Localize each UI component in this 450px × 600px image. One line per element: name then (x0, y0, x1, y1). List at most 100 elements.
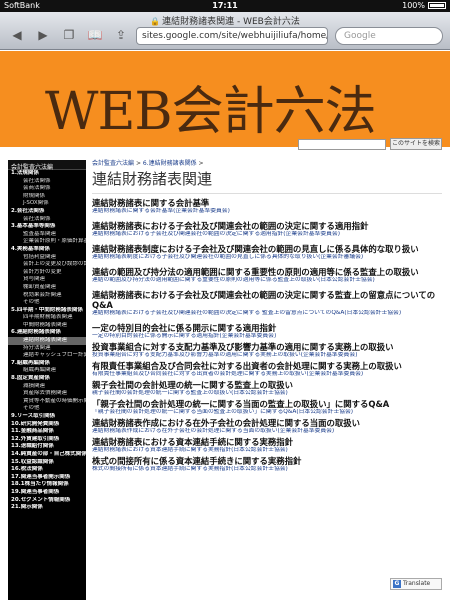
sidebar-item[interactable]: 包括利益関連 (8, 254, 86, 262)
entry-link[interactable]: 投資事業組合に対する支配力基準及び影響力基準の適用に関する実務上の取扱い(企業会… (92, 352, 442, 359)
browser-page-title: 🔒 連結財務諸表関連 - WEB会計六法 (0, 14, 450, 27)
sidebar-item[interactable]: 監査基準関連 (8, 231, 86, 239)
entry-link[interactable]: 連結財務諸表における資本連結手続に関する実務指針(日本公認会計士協会) (92, 447, 442, 454)
entry-link[interactable]: 連結財務諸表における子会社及び関連会社の範囲の決定に関する適用指針(企業会計基準… (92, 231, 442, 238)
breadcrumb-separator: > (135, 160, 141, 167)
battery-percent: 100% (402, 1, 425, 10)
search-bar[interactable]: Google (335, 27, 443, 45)
sidebar-section[interactable]: 6.連結財務諸表関係 (8, 329, 86, 337)
address-bar[interactable]: sites.google.com/site/webhuijiliufa/home… (136, 27, 328, 45)
sidebar-item[interactable]: 棚卸資産関連 (8, 284, 86, 292)
sidebar-item[interactable]: J-SOX関係 (8, 200, 86, 208)
sidebar-item[interactable]: 貸与関連 (8, 276, 86, 284)
sidebar-section[interactable]: 8.固定資産関係 (8, 375, 86, 383)
page-title: 連結財務諸表関連 (92, 168, 442, 194)
sidebar-section[interactable]: 13.退職給付関係 (8, 443, 86, 451)
sidebar-item[interactable]: 企業会計原則・原価計算基準 (8, 238, 86, 246)
google-translate-icon: G (393, 580, 401, 588)
sidebar-item[interactable]: 会社法関係 (8, 178, 86, 186)
entry-heading: 連結財務諸表における子会社及び関連会社の範囲の決定に関する監査上の留意点について… (92, 290, 436, 310)
entry-link[interactable]: 株式の間接所有に係る資本連結手続に関する実務指針(日本公認会計士協会) (92, 466, 442, 473)
sidebar-section[interactable]: 4.実務基準関係 (8, 246, 86, 254)
sidebar-section[interactable]: 9.リース取引関係 (8, 413, 86, 421)
sidebar-list: 1.法規関係 会社法関係 会商法関係 財規関係 J-SOX関係 2.会社法関係 会社法関係 3… (8, 170, 86, 512)
sidebar-item[interactable]: 持分法関連 (8, 345, 86, 353)
sidebar-item[interactable]: 会社法関係 (8, 216, 86, 224)
site-banner: WEB会計六法 (0, 51, 450, 147)
sidebar-section[interactable]: 7.組織再編関係 (8, 360, 86, 368)
sidebar-item[interactable]: 組織再編関連 (8, 367, 86, 375)
ios-status-bar: SoftBank 17:11 100% (0, 0, 450, 12)
translate-button[interactable]: G Translate (390, 578, 442, 590)
lock-icon: 🔒 (150, 17, 161, 26)
back-icon[interactable]: ◀ (8, 27, 26, 43)
sidebar-item[interactable]: 税効果会計関連 (8, 292, 86, 300)
sidebar-section[interactable]: 10.研究開発費関係 (8, 421, 86, 429)
entry-heading: 一定の特別目的会社に係る開示に関する適用指針 (92, 323, 277, 333)
forward-icon[interactable]: ▶ (34, 27, 52, 43)
sidebar-section[interactable]: 20.セグメント情報関係 (8, 497, 86, 505)
entry-link[interactable]: 「親子会社間の会計処理の統一に関する当面の監査上の取扱い」に関するQ&A(日本公… (92, 409, 442, 416)
entry-heading: 有限責任事業組合及び合同会社に対する出資者の会計処理に関する実務上の取扱い (92, 361, 402, 371)
sidebar-item[interactable]: 会計上の変更及び誤謬の訂正関連 (8, 261, 86, 269)
site-search-input[interactable] (298, 139, 386, 150)
sidebar-section[interactable]: 3.基本基準等関係 (8, 223, 86, 231)
sidebar-section[interactable]: 15.収益認識関係 (8, 459, 86, 467)
sidebar-section[interactable]: 18.1株当たり情報関係 (8, 481, 86, 489)
entry-link[interactable]: 一定の特別目的会社に係る開示に関する適用指針(企業会計基準委員会) (92, 333, 442, 340)
sidebar-item[interactable]: 連結財務諸表関連 (8, 337, 86, 345)
sidebar-item[interactable]: 四半期財務諸表関連 (8, 314, 86, 322)
breadcrumb-item[interactable]: 会計監査六法編 (92, 160, 134, 167)
entry-link[interactable]: 有限責任事業組合及び合同会社に対する出資者の会計処理に関する実務上の取扱い(企業… (92, 371, 442, 378)
share-icon[interactable]: ⇪ (112, 27, 130, 43)
pages-icon[interactable]: ❐ (60, 27, 78, 43)
sidebar-section[interactable]: 17.関連当事者開示関係 (8, 474, 86, 482)
sidebar-section[interactable]: 16.税法関係 (8, 466, 86, 474)
sidebar-item[interactable]: 減損関連 (8, 383, 86, 391)
content-entry: 連結財務諸表作成における在外子会社の会計処理に関する当面の取扱い 連結財務諸表作成… (92, 418, 442, 435)
entry-heading: 連結財務諸表における子会社及び関連会社の範囲の決定に関する適用指針 (92, 221, 369, 231)
sidebar-item[interactable]: 会商法関係 (8, 185, 86, 193)
sidebar-title[interactable]: 会計監査六法編 (8, 160, 86, 171)
sidebar-section[interactable]: 11.金融商品関係 (8, 428, 86, 436)
sidebar-item[interactable]: その他 (8, 405, 86, 413)
sidebar-section[interactable]: 2.会社法関係 (8, 208, 86, 216)
sidebar-section[interactable]: 19.関連当事者関係 (8, 489, 86, 497)
entry-link[interactable]: 連結の範囲及び持分法の適用範囲に関する重要性の原則の適用等に係る監査上の取扱い(… (92, 277, 442, 284)
entry-heading: 連結財務諸表に関する会計基準 (92, 198, 210, 208)
main-content: 会計監査六法編 > 6.連結財務諸表関係 > 連結財務諸表関連 連結財務諸表に関… (92, 158, 442, 475)
entry-link[interactable]: 連結財務諸表における子会社及び関連会社の範囲の決定に関する 監査上の留意点につい… (92, 310, 442, 317)
content-entry: 一定の特別目的会社に係る開示に関する適用指針 一定の特別目的会社に係る開示に関する… (92, 323, 442, 340)
entry-heading: 親子会社間の会計処理の統一に関する監査上の取扱い (92, 380, 293, 390)
sidebar-item[interactable]: 会計方針の変更 (8, 269, 86, 277)
sidebar-section[interactable]: 12.外貨建取引関係 (8, 436, 86, 444)
content-entry: 連結財務諸表制度における子会社及び関連会社の範囲の見直しに係る具体的な取り扱い連… (92, 244, 442, 261)
sidebar-item[interactable]: 連結キャッシュフロー計算書関連 (8, 352, 86, 360)
entry-link[interactable]: 連結財務諸表に関する会計基準(企業会計基準委員会) (92, 208, 442, 215)
browser-title-text: 連結財務諸表関連 - WEB会計六法 (162, 17, 300, 27)
sidebar-section[interactable]: 5.四半期・中間財務諸表関係 (8, 307, 86, 315)
entry-link[interactable]: 連結財務諸表作成における在外子会社の会計処理に関する当面の取扱い(企業会計基準委… (92, 428, 442, 435)
breadcrumb-item[interactable]: 6.連結財務諸表関係 (143, 160, 197, 167)
entry-heading: 連結の範囲及び持分法の適用範囲に関する重要性の原則の適用等に係る監査上の取扱い (92, 267, 419, 277)
sidebar-section[interactable]: 21.関示関係 (8, 504, 86, 512)
entry-heading: 連結財務諸表制度における子会社及び関連会社の範囲の見直しに係る具体的な取り扱い (92, 244, 419, 254)
sidebar-item[interactable]: 財規関係 (8, 193, 86, 201)
sidebar-item[interactable]: 賃貸等不動産の時価開示関連 (8, 398, 86, 406)
site-search-button[interactable]: このサイトを検索 (390, 138, 442, 150)
entry-link[interactable]: 親子会社間の会計処理の統一に関する監査上の取扱い(日本公認会計士協会) (92, 390, 442, 397)
entry-link[interactable]: 連結財務諸表制度における子会社及び関連会社の範囲の見直しに係る具体的な取り扱い(… (92, 254, 442, 261)
entry-heading: 連結財務諸表作成における在外子会社の会計処理に関する当面の取扱い (92, 418, 360, 428)
clock: 17:11 (212, 1, 238, 10)
sidebar-item[interactable]: 中間財務諸表関連 (8, 322, 86, 330)
bookmarks-icon[interactable]: 📖 (86, 27, 104, 43)
sidebar-section[interactable]: 1.法規関係 (8, 170, 86, 178)
battery-indicator: 100% (402, 1, 446, 10)
sidebar-item[interactable]: 資産除去債務関連 (8, 390, 86, 398)
site-logo[interactable]: WEB会計六法 (45, 69, 377, 144)
content-entry: 連結財務諸表における子会社及び関連会社の範囲の決定に関する監査上の留意点について… (92, 290, 442, 317)
sidebar-item[interactable]: その他 (8, 299, 86, 307)
entry-list: 連結財務諸表に関する会計基準 連結財務諸表に関する会計基準(企業会計基準委員会) 連… (92, 198, 442, 473)
content-entry: 投資事業組合に対する支配力基準及び影響力基準の適用に関する実務上の取扱い 投資事業… (92, 342, 442, 359)
sidebar-section[interactable]: 14.純資産の部・自己株式関係 (8, 451, 86, 459)
